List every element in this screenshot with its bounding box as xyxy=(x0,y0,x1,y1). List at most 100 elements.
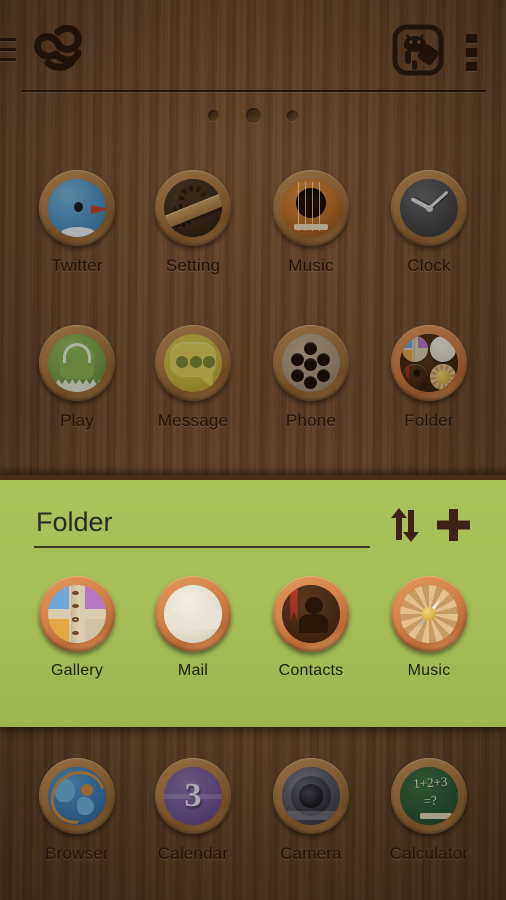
app-label: Twitter xyxy=(51,256,103,275)
chalk-expression-line2: =? xyxy=(423,792,438,808)
app-icon-folder[interactable]: Folder xyxy=(370,325,488,431)
folder-mini-mail-icon xyxy=(430,336,456,362)
icon-inner: 3 xyxy=(164,767,222,825)
app-label: Folder xyxy=(404,411,454,430)
icon-inner xyxy=(48,585,106,643)
folder-app-contacts[interactable]: Contacts xyxy=(252,576,370,680)
hamburger-icon[interactable] xyxy=(0,38,16,64)
app-icon-calculator[interactable]: 1+2+3 =? Calculator xyxy=(370,758,488,864)
app-label: Phone xyxy=(285,411,337,430)
bookmark-ribbon xyxy=(405,364,410,380)
compass-music-icon[interactable] xyxy=(391,576,467,652)
calculator-art: 1+2+3 =? xyxy=(400,767,458,825)
sort-arrows-icon[interactable] xyxy=(384,504,426,546)
app-label: Contacts xyxy=(278,662,344,679)
camera-lens-icon[interactable] xyxy=(273,758,349,834)
compass-pin xyxy=(435,369,450,384)
app-icon-twitter[interactable]: Twitter xyxy=(18,170,136,276)
photo-tile xyxy=(48,585,69,610)
page-dot-2-active[interactable] xyxy=(246,108,261,123)
bird-beak xyxy=(91,205,106,215)
folder-app-mail[interactable]: Mail xyxy=(134,576,252,680)
home-row-2: Play Message Phone Folder xyxy=(0,325,506,445)
folder-icon[interactable] xyxy=(391,325,467,401)
phone-dialpad-icon[interactable] xyxy=(273,325,349,401)
bookmark-ribbon xyxy=(290,585,298,621)
contacts-art xyxy=(282,585,340,643)
twitter-bird-icon[interactable] xyxy=(39,170,115,246)
launcher-logo-icon[interactable] xyxy=(28,22,86,74)
hamburger-line xyxy=(0,58,16,61)
play-store-bag-icon[interactable] xyxy=(39,325,115,401)
app-icon-music[interactable]: Music xyxy=(252,170,370,276)
app-icon-clock[interactable]: Clock xyxy=(370,170,488,276)
app-label: Gallery xyxy=(50,662,104,679)
dial-hole xyxy=(291,352,305,366)
browser-art xyxy=(48,767,106,825)
photo-tile xyxy=(85,585,106,610)
top-bar-divider xyxy=(22,90,486,92)
folder-mini-contacts-icon xyxy=(402,364,428,390)
camera-art xyxy=(282,767,340,825)
plus-icon[interactable] xyxy=(432,504,476,546)
app-icon-message[interactable]: Message xyxy=(134,325,252,431)
speech-bubble-message-icon[interactable] xyxy=(155,325,231,401)
app-icon-phone[interactable]: Phone xyxy=(252,325,370,431)
folder-name-input[interactable] xyxy=(34,502,370,548)
app-label: Calculator xyxy=(389,844,469,863)
icon-inner xyxy=(400,585,458,643)
app-label: Setting xyxy=(165,256,221,275)
page-dot-1[interactable] xyxy=(208,110,219,121)
overflow-dot xyxy=(466,48,477,57)
app-icon-play[interactable]: Play xyxy=(18,325,136,431)
icon-inner xyxy=(282,334,340,392)
folder-app-gallery[interactable]: Gallery xyxy=(18,576,136,680)
folder-app-music[interactable]: Music xyxy=(370,576,488,680)
home-row-3: Browser 3 Calendar Camera 1+2+3 =? Calcu… xyxy=(0,758,506,878)
page-dot-3[interactable] xyxy=(287,110,298,121)
compass-art xyxy=(400,585,458,643)
icon-inner xyxy=(400,179,458,237)
globe-browser-icon[interactable] xyxy=(39,758,115,834)
analog-clock-icon[interactable] xyxy=(391,170,467,246)
clock-center-pin xyxy=(426,205,433,212)
app-label: Message xyxy=(157,411,229,430)
photo-tile xyxy=(402,350,412,362)
app-icon-calendar[interactable]: 3 Calendar xyxy=(134,758,252,864)
page-indicator[interactable] xyxy=(0,108,506,128)
album-ring xyxy=(72,617,80,622)
app-icon-setting[interactable]: Setting xyxy=(134,170,252,276)
app-icon-camera[interactable]: Camera xyxy=(252,758,370,864)
hamburger-line xyxy=(0,38,16,41)
overflow-dot xyxy=(466,62,477,71)
lens-inner xyxy=(299,784,323,808)
twitter-art xyxy=(48,179,106,237)
bag-handle xyxy=(63,343,91,363)
icon-inner xyxy=(282,179,340,237)
app-label: Mail xyxy=(177,662,209,679)
icon-inner xyxy=(48,334,106,392)
play-art xyxy=(48,334,106,392)
overflow-dot xyxy=(466,34,477,43)
gears-settings-icon[interactable] xyxy=(155,170,231,246)
envelope-flap xyxy=(430,344,456,356)
icon-inner: 1+2+3 =? xyxy=(400,767,458,825)
chalkboard-calculator-icon[interactable]: 1+2+3 =? xyxy=(391,758,467,834)
icon-inner xyxy=(164,585,222,643)
clock-art xyxy=(400,179,458,237)
bag-zigzag xyxy=(48,379,106,392)
photo-album-gallery-icon[interactable] xyxy=(39,576,115,652)
app-icon-browser[interactable]: Browser xyxy=(18,758,136,864)
android-robot-icon[interactable] xyxy=(392,24,444,76)
dial-hole xyxy=(316,352,330,366)
folder-art xyxy=(400,334,458,392)
person-head xyxy=(305,596,323,614)
guitar-music-icon[interactable] xyxy=(273,170,349,246)
contacts-book-icon[interactable] xyxy=(273,576,349,652)
icon-inner xyxy=(164,334,222,392)
camera-body-strip xyxy=(282,811,340,821)
overflow-menu-icon[interactable] xyxy=(466,34,480,71)
calendar-icon[interactable]: 3 xyxy=(155,758,231,834)
envelope-mail-icon[interactable] xyxy=(155,576,231,652)
app-label: Camera xyxy=(280,844,342,863)
